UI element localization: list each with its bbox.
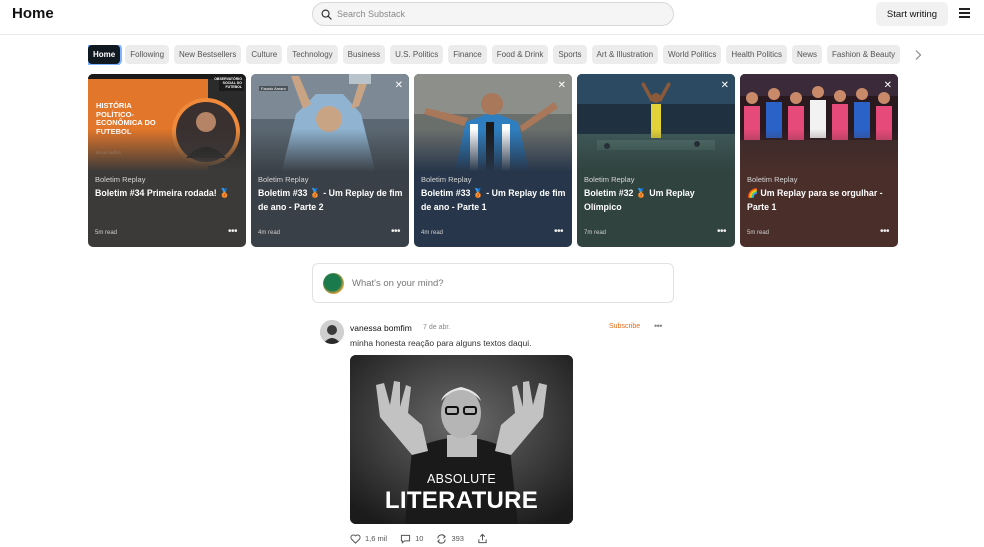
post-text: minha honesta reação para alguns textos …: [350, 338, 532, 348]
image-caption-top: ABSOLUTE: [426, 472, 497, 486]
page-title: Home: [12, 5, 54, 22]
card-title: Boletim #34 Primeira rodada! 🥉: [95, 188, 231, 198]
composer-placeholder: What's on your mind?: [352, 277, 444, 289]
like-count: 1,6 mil: [365, 534, 388, 543]
card-title: 🌈 Um Replay para se orgulhar - Parte 1: [747, 188, 883, 212]
search-icon: [321, 9, 332, 20]
menu-icon[interactable]: [959, 8, 970, 18]
comment-button[interactable]: 10: [400, 534, 423, 544]
tab-culture[interactable]: Culture: [246, 45, 283, 64]
card-fade: [251, 129, 409, 179]
card-read-time: 5m read: [747, 230, 770, 236]
post-composer[interactable]: What's on your mind?: [312, 263, 674, 303]
card-publication: Boletim Replay: [95, 175, 146, 184]
subscribe-button[interactable]: Subscribe: [609, 323, 640, 330]
post-card[interactable]: HISTÓRIA POLÍTICO-ECONÔMICA DO FUTEBOL O…: [88, 74, 246, 247]
share-icon: [478, 533, 487, 544]
card-publication: Boletim Replay: [258, 175, 309, 184]
tab-news[interactable]: News: [792, 45, 823, 64]
card-fade: [577, 129, 735, 179]
like-button[interactable]: 1,6 mil: [350, 533, 388, 544]
tab-following[interactable]: Following: [125, 45, 170, 64]
top-header: Home Start writing: [0, 0, 984, 35]
category-tabs: Home Following New Bestsellers Culture T…: [88, 45, 906, 65]
search-bar[interactable]: [312, 2, 674, 26]
more-options-icon[interactable]: •••: [391, 226, 401, 237]
restack-count: 393: [451, 534, 464, 543]
share-button[interactable]: [477, 533, 492, 544]
tab-sports[interactable]: Sports: [553, 45, 587, 64]
more-options-icon[interactable]: •••: [880, 226, 890, 237]
card-fade: [88, 129, 246, 179]
card-title: Boletim #33 🥉 - Um Replay de fim de ano …: [258, 188, 403, 212]
post-card[interactable]: ✕ Boletim Replay Boletim #32 🥉 Um Replay…: [577, 74, 735, 247]
close-icon[interactable]: ✕: [558, 81, 566, 91]
post-card[interactable]: ✕ Boletim Replay 🌈 Um Replay para se org…: [740, 74, 898, 247]
comment-icon: [401, 534, 411, 543]
card-fade: [414, 129, 572, 179]
tab-food-drink[interactable]: Food & Drink: [491, 45, 549, 64]
restack-button[interactable]: 393: [436, 533, 464, 544]
card-title: Boletim #33 🥉 - Um Replay de fim de ano …: [421, 188, 566, 212]
card-publication: Boletim Replay: [584, 175, 635, 184]
card-publication: Boletim Replay: [421, 175, 472, 184]
post-card[interactable]: ✕ Boletim Replay Boletim #33 🥉 - Um Repl…: [414, 74, 572, 247]
restack-icon: [437, 533, 447, 544]
tab-art-illustration[interactable]: Art & Illustration: [591, 45, 659, 64]
close-icon[interactable]: ✕: [721, 81, 729, 91]
card-read-time: 4m read: [421, 230, 444, 236]
card-publication: Boletim Replay: [747, 175, 798, 184]
thumbnail-label: Fausto Amaro: [259, 86, 288, 91]
close-icon[interactable]: ✕: [884, 81, 892, 91]
tab-health-politics[interactable]: Health Politics: [726, 45, 788, 64]
close-icon[interactable]: ✕: [395, 81, 403, 91]
tab-finance[interactable]: Finance: [448, 45, 487, 64]
card-read-time: 7m read: [584, 230, 607, 236]
more-options-icon[interactable]: •••: [654, 321, 662, 331]
more-options-icon[interactable]: •••: [228, 226, 238, 237]
thumbnail-logo-text: OBSERVATÓRIO SOCIAL DO FUTEBOL: [214, 77, 242, 89]
post-actions: 1,6 mil 10 393: [350, 533, 505, 544]
comment-count: 10: [415, 534, 424, 543]
card-fade: [740, 129, 898, 179]
post-card[interactable]: Fausto Amaro ✕ Boletim Replay Boletim #3…: [251, 74, 409, 247]
tab-business[interactable]: Business: [342, 45, 386, 64]
card-read-time: 4m read: [258, 230, 281, 236]
start-writing-button[interactable]: Start writing: [876, 2, 948, 26]
tab-fashion-beauty[interactable]: Fashion & Beauty: [827, 45, 901, 64]
tab-home[interactable]: Home: [88, 45, 121, 64]
chevron-right-icon[interactable]: [913, 49, 923, 61]
card-read-time: 5m read: [95, 230, 118, 236]
avatar[interactable]: [320, 320, 344, 344]
tab-new-bestsellers[interactable]: New Bestsellers: [174, 45, 242, 64]
post-date: 7 de abr.: [423, 324, 451, 331]
card-title: Boletim #32 🥉 Um Replay Olímpico: [584, 188, 695, 212]
post-image[interactable]: ABSOLUTE LITERATURE: [350, 355, 573, 524]
avatar: [323, 272, 344, 294]
more-options-icon[interactable]: •••: [554, 226, 564, 237]
post-author[interactable]: vanessa bomfim: [350, 323, 412, 333]
tab-us-politics[interactable]: U.S. Politics: [390, 45, 444, 64]
heart-icon: [350, 533, 361, 544]
more-options-icon[interactable]: •••: [717, 226, 727, 237]
image-caption-main: LITERATURE: [384, 487, 539, 514]
tab-world-politics[interactable]: World Politics: [663, 45, 722, 64]
search-input[interactable]: [337, 9, 657, 19]
post-carousel: HISTÓRIA POLÍTICO-ECONÔMICA DO FUTEBOL O…: [88, 74, 898, 247]
tab-technology[interactable]: Technology: [287, 45, 338, 64]
